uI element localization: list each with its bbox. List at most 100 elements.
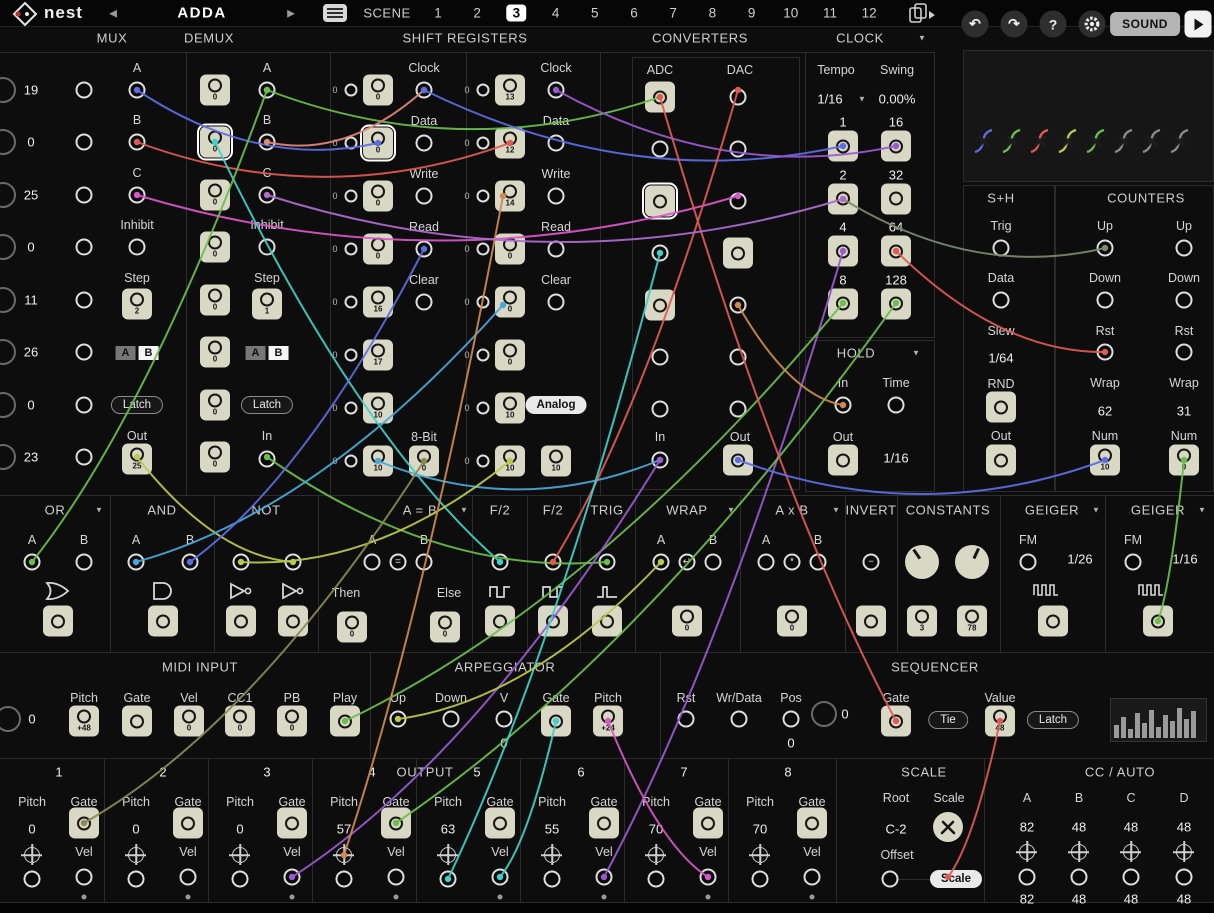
sr2-cell-jack[interactable]: 13	[495, 75, 525, 106]
midi-cc1-jack[interactable]: 0	[225, 706, 255, 737]
seq-rst-port[interactable]	[678, 711, 695, 728]
wire-editor-wire-icon[interactable]	[1084, 126, 1108, 156]
demux-cell-jack[interactable]: 0	[200, 390, 230, 421]
patch-next-button[interactable]: ►	[285, 6, 298, 21]
clock-division-jack[interactable]	[828, 236, 858, 267]
output-vel-port[interactable]	[492, 869, 509, 886]
tempo-dropdown-arrow-icon[interactable]: ▼	[858, 95, 866, 104]
geiger1-out-jack[interactable]	[1038, 606, 1068, 637]
arp-pitch-jack[interactable]: +24	[593, 706, 623, 737]
sr2-bottom-jack[interactable]: 10	[541, 446, 571, 477]
scene-button-1[interactable]: 1	[428, 5, 448, 22]
sr2-row-port[interactable]	[477, 455, 490, 468]
dac-port[interactable]	[730, 297, 747, 314]
counter1-rst-port[interactable]	[1097, 344, 1114, 361]
mux-dial[interactable]	[0, 444, 16, 470]
demux-input-inhibit-port[interactable]	[259, 239, 276, 256]
f2a-out-jack[interactable]	[485, 606, 515, 637]
sh-out-jack[interactable]	[986, 445, 1016, 476]
seq-gate-jack[interactable]	[881, 706, 911, 737]
sh-data-port[interactable]	[993, 292, 1010, 309]
geiger2-out-jack[interactable]	[1143, 606, 1173, 637]
output-pitch-cv-port[interactable]	[128, 847, 144, 863]
demux-step-jack[interactable]: 1	[252, 289, 282, 320]
output-port[interactable]	[336, 871, 353, 888]
scene-button-9[interactable]: 9	[742, 5, 762, 22]
sr1-row-port[interactable]	[345, 402, 358, 415]
adc-jack[interactable]	[645, 186, 675, 217]
seq-latch-button[interactable]: Latch	[1027, 711, 1079, 729]
scene-button-5[interactable]: 5	[585, 5, 605, 22]
geiger2-rate-value[interactable]: 1/16	[1172, 552, 1197, 567]
mux-row-port[interactable]	[76, 187, 93, 204]
output-gate-jack[interactable]	[381, 808, 411, 839]
sr2-cell-jack[interactable]: 0	[495, 234, 525, 265]
dropdown-arrow-icon[interactable]: ▼	[1198, 506, 1206, 515]
counter2-num-jack[interactable]: 0	[1169, 445, 1199, 476]
demux-cell-jack[interactable]: 0	[200, 285, 230, 316]
scale-quantize-button[interactable]: Scale	[930, 870, 982, 888]
cc-out-port[interactable]	[1176, 869, 1193, 886]
adc-jack[interactable]	[645, 290, 675, 321]
sr2-row-port[interactable]	[477, 402, 490, 415]
sr2-clear-port[interactable]	[548, 294, 565, 311]
midi-pb-jack[interactable]: 0	[277, 706, 307, 737]
output-pitch-cv-port[interactable]	[24, 847, 40, 863]
not-out-jack[interactable]	[226, 606, 256, 637]
demux-cell-jack[interactable]: 0	[200, 337, 230, 368]
output-vel-port[interactable]	[388, 869, 405, 886]
sr2-cell-jack[interactable]: 12	[495, 128, 525, 159]
aeb-a-port[interactable]	[364, 554, 381, 571]
sr1-read-port[interactable]	[416, 241, 433, 258]
hold-in-port[interactable]	[835, 397, 852, 414]
dropdown-arrow-icon[interactable]: ▼	[1092, 506, 1100, 515]
sr2-clock-port[interactable]	[548, 82, 565, 99]
clock-swing-value[interactable]: 0.00%	[879, 92, 916, 107]
patch-prev-button[interactable]: ◄	[107, 6, 120, 21]
output-port[interactable]	[232, 871, 249, 888]
arp-up-port[interactable]	[390, 711, 407, 728]
axb-b-port[interactable]	[810, 554, 827, 571]
sr1-data-port[interactable]	[416, 135, 433, 152]
mux-dial[interactable]	[0, 392, 16, 418]
scene-menu-icon[interactable]	[322, 3, 348, 23]
scene-button-6[interactable]: 6	[624, 5, 644, 22]
output-port[interactable]	[752, 871, 769, 888]
sr2-row-port[interactable]	[477, 84, 490, 97]
geiger2-fm-port[interactable]	[1125, 554, 1142, 571]
aeb-b-port[interactable]	[416, 554, 433, 571]
scene-copy-icon[interactable]	[908, 2, 936, 24]
toggle-option-B[interactable]: B	[139, 346, 159, 360]
scene-button-12[interactable]: 12	[856, 5, 883, 22]
aeb-then-jack[interactable]: 0	[337, 612, 367, 643]
scale-offset-port[interactable]	[882, 871, 899, 888]
sr1-clear-port[interactable]	[416, 294, 433, 311]
hold-time-port[interactable]	[888, 397, 905, 414]
and-b-port[interactable]	[182, 554, 199, 571]
and-a-port[interactable]	[128, 554, 145, 571]
sr2-row-port[interactable]	[477, 243, 490, 256]
demux-input-a-port[interactable]	[259, 82, 276, 99]
demux-cell-jack[interactable]: 0	[200, 232, 230, 263]
counter2-rst-port[interactable]	[1176, 344, 1193, 361]
invert-out-jack[interactable]	[856, 606, 886, 637]
mux-row-port[interactable]	[76, 292, 93, 309]
sr1-bottom-jack[interactable]: 0	[409, 446, 439, 477]
sr2-cell-jack[interactable]: 0	[495, 287, 525, 318]
sr2-cell-jack[interactable]: 0	[495, 340, 525, 371]
scene-button-7[interactable]: 7	[663, 5, 683, 22]
demux-cell-jack[interactable]: 0	[200, 180, 230, 211]
sh-trig-port[interactable]	[993, 240, 1010, 257]
dac-jack[interactable]	[723, 238, 753, 269]
output-gate-jack[interactable]	[589, 808, 619, 839]
sr1-cell-jack[interactable]: 0	[363, 128, 393, 159]
constant-out-jack[interactable]: 3	[907, 606, 937, 637]
mux-row-port[interactable]	[76, 82, 93, 99]
counter1-down-port[interactable]	[1097, 292, 1114, 309]
wire-editor-wire-icon[interactable]	[1056, 126, 1080, 156]
arp-gate-jack[interactable]	[541, 706, 571, 737]
adc-port[interactable]	[652, 401, 669, 418]
dac-port[interactable]	[730, 349, 747, 366]
wire-editor-wire-icon[interactable]	[1000, 126, 1024, 156]
demux-in-port[interactable]	[259, 451, 276, 468]
